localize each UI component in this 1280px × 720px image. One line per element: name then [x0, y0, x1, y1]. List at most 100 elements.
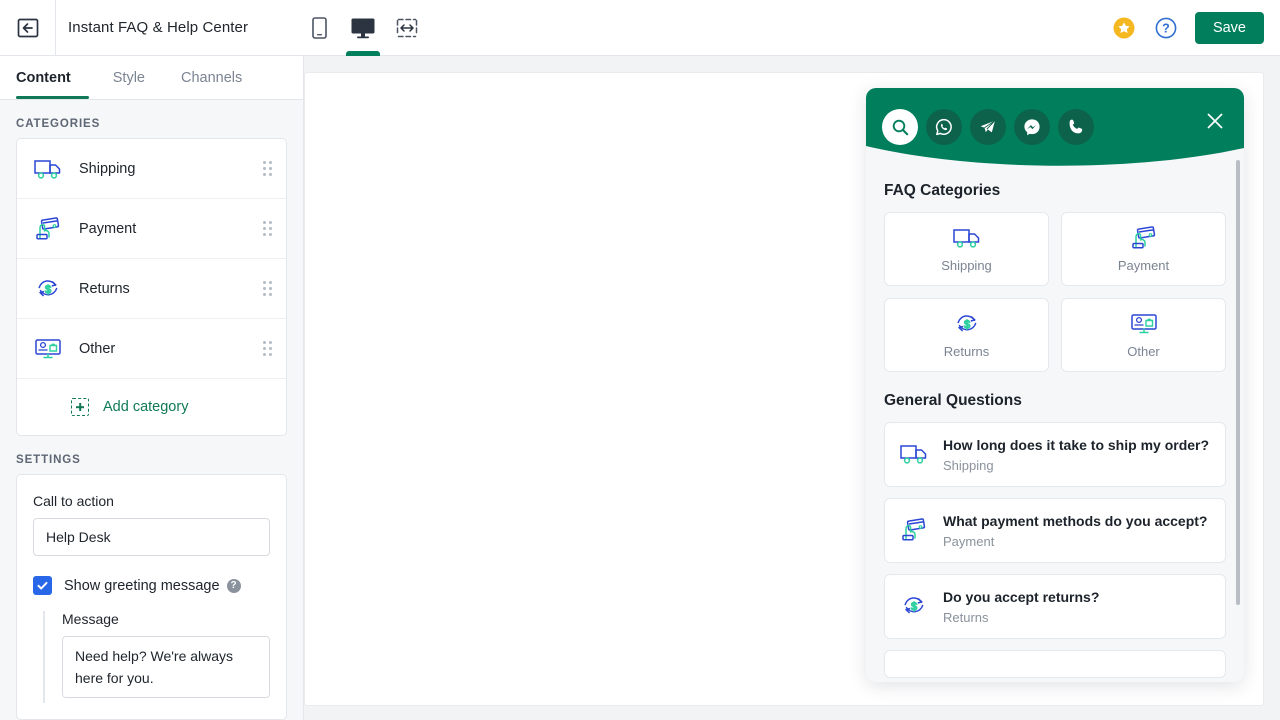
- help-button[interactable]: ?: [1153, 15, 1179, 41]
- message-textarea[interactable]: Need help? We're always here for you.: [62, 636, 270, 698]
- category-row-returns[interactable]: $ Returns: [17, 259, 286, 319]
- faq-category-label: Shipping: [941, 258, 992, 273]
- message-label: Message: [62, 611, 119, 627]
- settings-section-label: SETTINGS: [16, 454, 81, 466]
- channel-phone[interactable]: [1058, 109, 1094, 145]
- faq-category-returns[interactable]: $ Returns: [884, 298, 1049, 372]
- faq-category-label: Other: [1127, 344, 1160, 359]
- show-greeting-label: Show greeting message: [64, 577, 220, 594]
- category-label: Other: [79, 340, 116, 357]
- faq-category-other[interactable]: Other: [1061, 298, 1226, 372]
- star-icon: [1113, 17, 1135, 39]
- drag-handle[interactable]: [263, 161, 272, 176]
- channel-whatsapp[interactable]: [926, 109, 962, 145]
- hand-card-icon: [1131, 226, 1155, 249]
- widget-body: FAQ Categories Shipping Payment $ Return…: [866, 166, 1244, 682]
- channel-telegram[interactable]: [970, 109, 1006, 145]
- back-button[interactable]: [0, 0, 56, 56]
- widget-header: [866, 88, 1244, 172]
- close-icon: [1207, 113, 1223, 129]
- question-card-payment[interactable]: What payment methods do you accept? Paym…: [884, 497, 1226, 563]
- question-title: What payment methods do you accept?: [943, 512, 1208, 529]
- faq-category-shipping[interactable]: Shipping: [884, 212, 1049, 286]
- refresh-dollar-icon: $: [904, 597, 924, 614]
- category-row-shipping[interactable]: Shipping: [17, 139, 286, 199]
- widget-close-button[interactable]: [1204, 110, 1226, 132]
- faq-category-label: Payment: [1117, 258, 1170, 273]
- question-category: Returns: [943, 609, 989, 625]
- refresh-dollar-icon: $: [31, 276, 65, 302]
- monitor-bag-icon: [31, 336, 65, 362]
- app-root: Instant FAQ & Help Center ? Save Content…: [0, 0, 1280, 720]
- general-questions-heading: General Questions: [884, 392, 1022, 409]
- back-arrow-icon: [17, 18, 38, 37]
- faq-categories-heading: FAQ Categories: [884, 182, 1001, 199]
- check-icon: [37, 581, 48, 590]
- tab-style[interactable]: Style: [95, 56, 163, 99]
- question-category: Payment: [943, 533, 995, 549]
- left-panel: Content Style Channels CATEGORIES Shippi…: [0, 56, 304, 720]
- faq-category-payment[interactable]: Payment: [1061, 212, 1226, 286]
- faq-widget-preview: FAQ Categories Shipping Payment $ Return…: [866, 88, 1244, 682]
- device-preview-group: [306, 0, 420, 56]
- category-label: Payment: [79, 220, 137, 237]
- top-bar-actions: ? Save: [1111, 0, 1264, 56]
- settings-card: Call to action Show greeting message ? M…: [16, 474, 287, 720]
- phone-icon: [1069, 119, 1083, 134]
- hand-card-icon: [902, 518, 926, 541]
- favorite-button[interactable]: [1111, 15, 1137, 41]
- show-greeting-row: Show greeting message ?: [33, 576, 270, 595]
- svg-text:$: $: [963, 319, 969, 331]
- question-circle-icon: ?: [1155, 17, 1177, 39]
- whatsapp-icon: [935, 118, 952, 136]
- mobile-preview-button[interactable]: [306, 0, 332, 56]
- greeting-message-group: Message Need help? We're always here for…: [43, 611, 270, 703]
- tab-content[interactable]: Content: [16, 56, 95, 99]
- truck-icon: [31, 156, 65, 182]
- question-title: Do you accept returns?: [943, 588, 1100, 605]
- question-title: How long does it take to ship my order?: [943, 437, 1210, 453]
- categories-card: Shipping Payment $ Returns Other Add cat…: [16, 138, 287, 436]
- channel-messenger[interactable]: [1014, 109, 1050, 145]
- page-title: Instant FAQ & Help Center: [68, 19, 249, 36]
- desktop-preview-button[interactable]: [346, 0, 380, 56]
- faq-category-label: Returns: [943, 344, 990, 359]
- tab-channels[interactable]: Channels: [163, 56, 260, 99]
- add-category-label: Add category: [103, 399, 189, 415]
- drag-handle[interactable]: [263, 341, 272, 356]
- svg-text:?: ?: [1162, 22, 1170, 36]
- responsive-preview-button[interactable]: [394, 0, 420, 56]
- category-row-payment[interactable]: Payment: [17, 199, 286, 259]
- top-bar: Instant FAQ & Help Center ? Save: [0, 0, 1280, 56]
- svg-text:$: $: [45, 284, 51, 296]
- widget-scrollbar-thumb[interactable]: [1236, 160, 1240, 605]
- show-greeting-checkbox[interactable]: [33, 576, 52, 595]
- category-row-other[interactable]: Other: [17, 319, 286, 379]
- truck-icon: [900, 445, 927, 465]
- active-device-indicator: [346, 51, 380, 56]
- refresh-dollar-icon: $: [956, 315, 976, 332]
- greeting-help-icon[interactable]: ?: [226, 578, 241, 593]
- question-card-shipping[interactable]: How long does it take to ship my order? …: [884, 422, 1226, 487]
- panel-tabs: Content Style Channels: [0, 56, 303, 100]
- truck-icon: [952, 229, 979, 248]
- drag-handle[interactable]: [263, 281, 272, 296]
- monitor-bag-icon: [1130, 314, 1157, 334]
- call-to-action-input[interactable]: [33, 518, 270, 556]
- categories-section-label: CATEGORIES: [16, 118, 101, 130]
- question-card-returns[interactable]: $ Do you accept returns? Returns: [884, 573, 1226, 639]
- add-category-button[interactable]: Add category: [17, 379, 286, 435]
- save-button[interactable]: Save: [1194, 11, 1264, 45]
- resize-arrows-icon: [396, 18, 418, 38]
- category-label: Returns: [79, 280, 130, 297]
- telegram-icon: [980, 120, 996, 133]
- channel-search[interactable]: [882, 109, 918, 145]
- search-icon: [892, 119, 908, 135]
- messenger-icon: [1024, 119, 1040, 136]
- hand-card-icon: [31, 216, 65, 242]
- faq-categories-grid: Shipping Payment $ Returns Other: [884, 212, 1226, 372]
- desktop-icon: [351, 18, 375, 39]
- question-card-partial[interactable]: [884, 649, 1226, 678]
- question-category: Shipping: [943, 457, 994, 473]
- drag-handle[interactable]: [263, 221, 272, 236]
